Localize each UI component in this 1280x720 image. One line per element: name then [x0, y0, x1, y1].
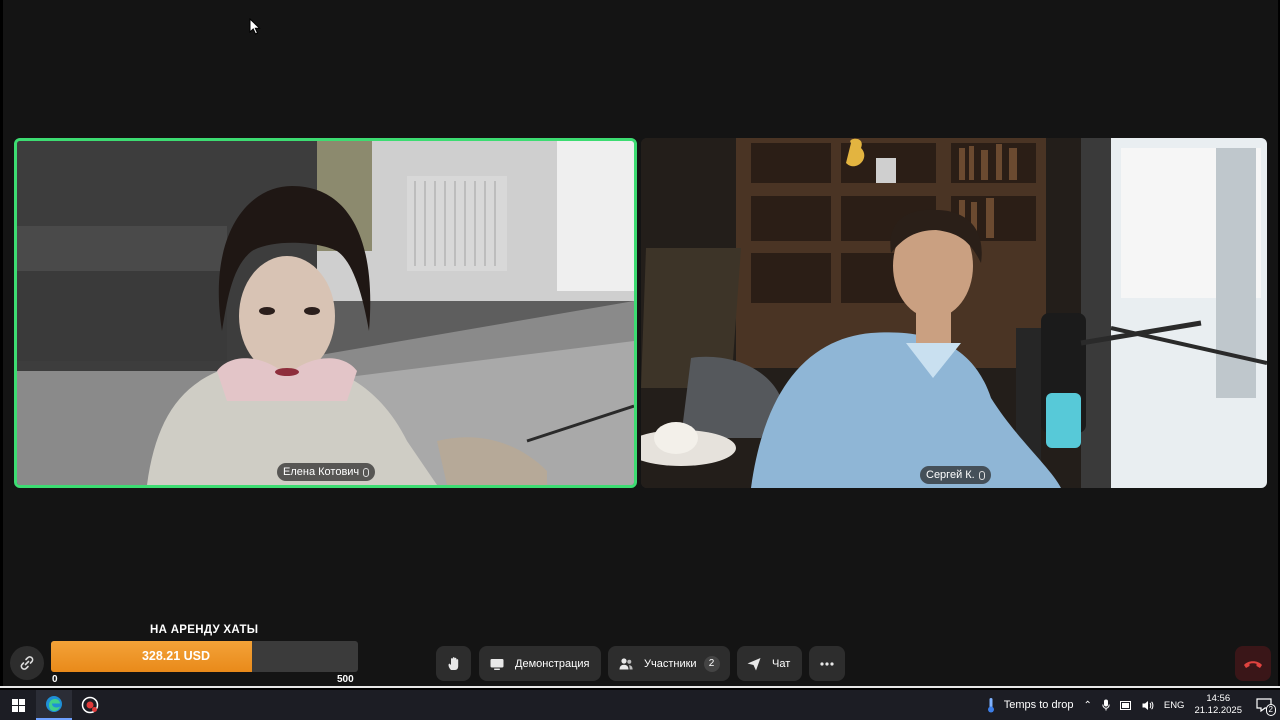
hand-icon	[448, 656, 458, 670]
donation-goal-min: 0	[52, 674, 58, 685]
microphone-icon	[363, 467, 370, 477]
notifications-button[interactable]: 2	[1256, 698, 1276, 716]
screen-share-button[interactable]: Демонстрация	[479, 646, 601, 681]
screen-share-label: Демонстрация	[515, 657, 590, 670]
send-icon	[747, 657, 761, 670]
users-icon	[619, 657, 633, 669]
windows-taskbar: Temps to drop ⌃ ENG 14:56 21.12.2025 2	[0, 690, 1280, 720]
participant-name: Сергей К.	[926, 469, 975, 481]
clock-time: 14:56	[1206, 693, 1231, 704]
notification-count-badge: 2	[1265, 704, 1276, 716]
video-tile-sergey[interactable]: Сергей К.	[641, 138, 1267, 488]
speaker-icon	[1142, 700, 1154, 710]
chat-label: Чат	[772, 657, 791, 670]
conference-window: Елена Котович Сергей К. НА АРЕНДУ ХАТЫ 3…	[3, 0, 1278, 687]
battery-icon	[1119, 700, 1131, 710]
tray-battery[interactable]	[1119, 700, 1132, 710]
tray-microphone[interactable]	[1102, 699, 1110, 711]
windows-logo-icon	[11, 698, 25, 712]
language-indicator[interactable]: ENG	[1164, 700, 1185, 711]
weather-widget[interactable]: Temps to drop	[986, 697, 1074, 713]
mouse-cursor	[249, 18, 261, 35]
donation-goal-title: НА АРЕНДУ ХАТЫ	[150, 624, 259, 636]
link-icon	[20, 656, 34, 670]
raise-hand-button[interactable]	[436, 646, 471, 681]
edge-browser-icon	[46, 696, 62, 712]
donation-goal-max: 500	[337, 674, 354, 685]
chat-button[interactable]: Чат	[737, 646, 802, 681]
video-feed	[641, 138, 1267, 488]
participant-name-tag: Елена Котович	[277, 463, 376, 481]
participant-name-tag: Сергей К.	[920, 466, 991, 484]
hang-up-button[interactable]	[1235, 646, 1271, 681]
copy-link-button[interactable]	[10, 646, 44, 680]
tray-overflow-button[interactable]: ⌃	[1083, 700, 1091, 711]
start-button[interactable]	[0, 690, 36, 720]
recorder-app-icon	[81, 696, 99, 714]
system-clock[interactable]: 14:56 21.12.2025	[1194, 693, 1242, 717]
chevron-up-icon: ⌃	[1083, 699, 1092, 711]
tray-volume[interactable]	[1142, 700, 1154, 711]
video-tile-elena[interactable]: Елена Котович	[14, 138, 637, 488]
phone-hangup-icon	[1244, 660, 1262, 668]
more-dots-icon	[820, 661, 834, 666]
bottom-controls: НА АРЕНДУ ХАТЫ 328.21 USD 0 500 Демонстр…	[3, 600, 1278, 686]
donation-amount: 328.21 USD	[141, 649, 211, 663]
taskbar-edge-browser[interactable]	[36, 690, 72, 720]
weather-label: Temps to drop	[1003, 699, 1074, 711]
system-tray: Temps to drop ⌃ ENG 14:56 21.12.2025 2	[986, 690, 1280, 720]
participants-label: Участники	[644, 657, 697, 670]
participant-name: Елена Котович	[283, 466, 360, 478]
thermometer-icon	[987, 698, 994, 713]
participants-button[interactable]: Участники 2	[608, 646, 730, 681]
donation-goal-progress: 328.21 USD	[51, 641, 358, 672]
clock-date: 21.12.2025	[1194, 705, 1242, 716]
more-options-button[interactable]	[809, 646, 845, 681]
video-feed	[17, 141, 634, 485]
screen-share-icon	[490, 658, 504, 670]
taskbar-app-recorder[interactable]	[72, 690, 108, 720]
microphone-icon	[978, 470, 985, 480]
participants-count-badge: 2	[703, 655, 720, 672]
window-border	[0, 686, 1280, 688]
microphone-icon	[1102, 699, 1110, 711]
